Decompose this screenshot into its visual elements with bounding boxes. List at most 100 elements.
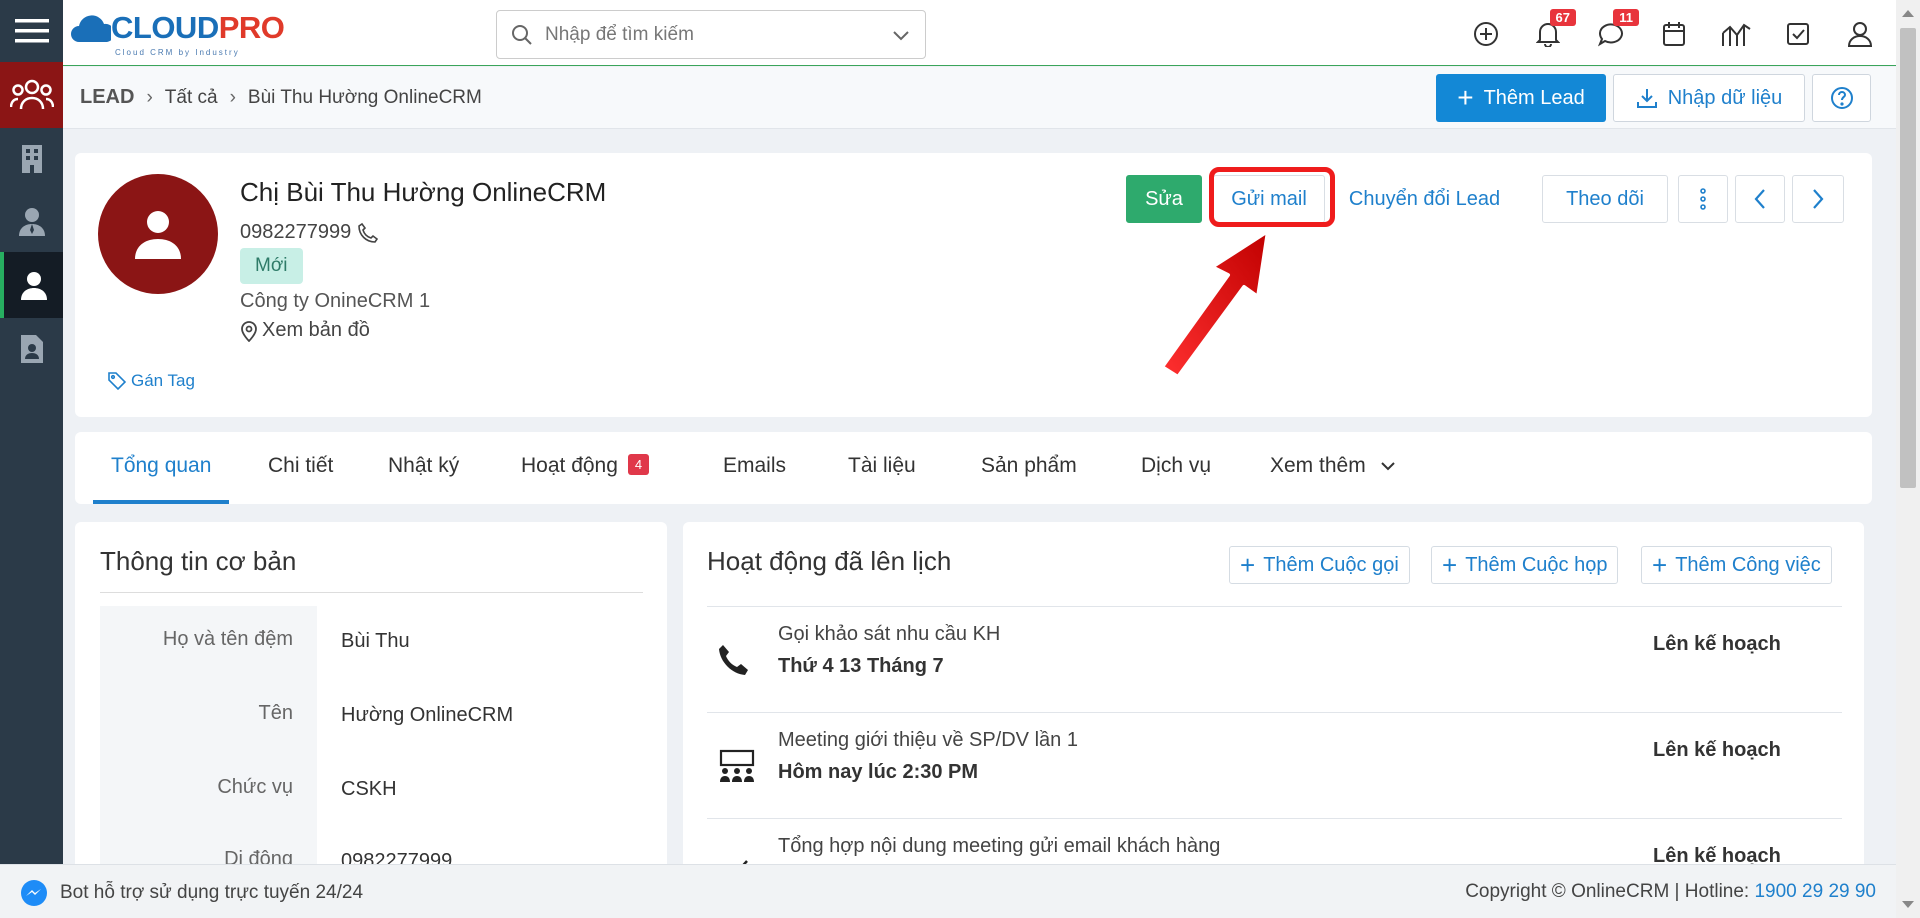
activity-title: Tổng hợp nội dung meeting gửi email khác… (778, 835, 1221, 857)
plus-icon: + (1457, 82, 1474, 113)
hotline-number[interactable]: 1900 29 29 90 (1754, 881, 1876, 902)
footer: Bot hỗ trợ sử dụng trực tuyến 24/24 Copy… (0, 864, 1896, 918)
red-arrow-annotation (1160, 229, 1270, 375)
chart-icon[interactable] (1720, 18, 1752, 50)
more-options-button[interactable] (1678, 175, 1728, 223)
add-task-label: Thêm Công việc (1675, 553, 1821, 576)
map-pin-icon (241, 320, 257, 342)
sidebar (0, 0, 63, 918)
import-data-button[interactable]: Nhập dữ liệu (1613, 74, 1805, 122)
lead-company: Công ty OnineCRM 1 (240, 290, 431, 312)
search-icon (512, 24, 532, 45)
scheduled-activities-panel: Hoạt động đã lên lịch + Thêm Cuộc gọi + Th… (683, 522, 1864, 918)
activity-row[interactable]: Gọi khảo sát nhu cầu KH Thứ 4 13 Tháng 7… (707, 606, 1842, 711)
notifications-badge: 67 (1549, 9, 1576, 26)
messenger-icon (21, 880, 47, 906)
tab-bar: Tổng quan Chi tiết Nhật ký Hoạt động 4 Em… (75, 432, 1872, 504)
activity-row[interactable]: Meeting giới thiệu về SP/DV lần 1 Hôm na… (707, 712, 1842, 817)
checkbox-task-icon[interactable] (1782, 18, 1814, 50)
chevron-down-icon[interactable] (891, 25, 911, 45)
add-task-button[interactable]: + Thêm Công việc (1641, 546, 1832, 584)
download-icon (1636, 89, 1657, 108)
notification-bell-icon[interactable]: 67 (1532, 9, 1576, 50)
building-icon[interactable] (0, 128, 63, 190)
add-lead-label: Thêm Lead (1483, 86, 1585, 109)
tab-log[interactable]: Nhật ký (388, 454, 459, 504)
plus-icon: + (1652, 549, 1668, 580)
user-tie-icon[interactable] (0, 190, 63, 252)
cloudpro-logo[interactable]: CLOUDPRO Cloud CRM by Industry (71, 8, 285, 57)
view-map-link[interactable]: Xem bản đồ (240, 319, 370, 342)
user-account-icon[interactable] (1844, 18, 1876, 50)
lead-profile-card: Chị Bùi Thu Hường OnlineCRM 0982277999 M… (75, 153, 1872, 417)
user-icon[interactable] (0, 252, 63, 318)
next-record-button[interactable] (1792, 175, 1844, 223)
basic-info-panel: Thông tin cơ bản Họ và tên đệm Bùi Thu T… (75, 522, 667, 918)
scroll-down-arrow-icon[interactable] (1902, 901, 1914, 908)
calendar-icon[interactable] (1658, 18, 1690, 50)
avatar (98, 174, 218, 294)
previous-record-button[interactable] (1735, 175, 1785, 223)
breadcrumb-current: Bùi Thu Hường OnlineCRM (247, 86, 482, 108)
activity-title: Meeting giới thiệu về SP/DV lần 1 (778, 729, 1078, 751)
view-map-label: Xem bản đồ (262, 319, 370, 341)
breadcrumb: LEAD › Tất cả › Bùi Thu Hường OnlineCRM (80, 86, 482, 109)
menu-icon[interactable] (0, 0, 63, 62)
field-value[interactable]: Bùi Thu (341, 630, 410, 653)
user-avatar-icon (135, 211, 181, 259)
phone-icon[interactable] (357, 222, 379, 244)
follow-button[interactable]: Theo dõi (1542, 175, 1668, 223)
tab-services[interactable]: Dịch vụ (1141, 454, 1211, 504)
add-tag-link[interactable]: Gán Tag (108, 371, 195, 391)
tab-products[interactable]: Sản phẩm (981, 454, 1077, 504)
search-placeholder: Nhập để tìm kiếm (545, 23, 694, 45)
plus-icon: + (1240, 549, 1256, 580)
tab-documents[interactable]: Tài liệu (848, 454, 916, 504)
phone-icon (719, 645, 748, 675)
chat-bubble-icon[interactable]: 11 (1595, 9, 1639, 50)
document-user-icon[interactable] (0, 318, 63, 380)
tab-emails[interactable]: Emails (723, 454, 786, 504)
activity-status: Lên kế hoạch (1653, 633, 1781, 655)
chevron-down-icon (1380, 462, 1395, 471)
tab-details[interactable]: Chi tiết (268, 454, 333, 504)
field-value[interactable]: CSKH (341, 778, 397, 801)
contacts-group-icon[interactable] (0, 62, 63, 128)
lead-phone-number[interactable]: 0982277999 (240, 221, 351, 244)
tab-activities[interactable]: Hoạt động 4 (521, 454, 650, 504)
scroll-up-arrow-icon[interactable] (1902, 10, 1914, 17)
tab-overview[interactable]: Tổng quan (93, 454, 230, 504)
add-lead-button[interactable]: + Thêm Lead (1436, 74, 1606, 122)
help-button[interactable] (1812, 74, 1871, 122)
lead-phone: 0982277999 (240, 221, 379, 244)
scrollbar-thumb[interactable] (1900, 28, 1916, 488)
tab-activities-label: Hoạt động (521, 454, 618, 477)
help-icon (1830, 87, 1853, 109)
activities-count-badge: 4 (627, 454, 650, 475)
copyright: Copyright © OnlineCRM | Hotline: 1900 29… (1465, 881, 1876, 902)
support-bot-link[interactable]: Bot hỗ trợ sử dụng trực tuyến 24/24 (20, 879, 363, 907)
chevron-right-icon: › (229, 86, 236, 108)
copyright-text: Copyright © OnlineCRM (1465, 881, 1670, 902)
search-input[interactable]: Nhập để tìm kiếm (496, 10, 926, 59)
import-data-label: Nhập dữ liệu (1667, 86, 1783, 109)
add-tag-label: Gán Tag (131, 371, 195, 390)
divider (100, 592, 643, 593)
add-meeting-label: Thêm Cuộc họp (1465, 553, 1608, 576)
field-value[interactable]: Hường OnlineCRM (341, 704, 513, 727)
activity-time: Thứ 4 13 Tháng 7 (778, 655, 944, 677)
top-bar: CLOUDPRO Cloud CRM by Industry Nhập để t… (63, 0, 1896, 66)
activity-status: Lên kế hoạch (1653, 739, 1781, 761)
activity-title: Gọi khảo sát nhu cầu KH (778, 623, 1001, 645)
add-meeting-button[interactable]: + Thêm Cuộc họp (1431, 546, 1619, 584)
convert-lead-button[interactable]: Chuyển đổi Lead (1337, 175, 1512, 223)
field-label: Chức vụ (217, 776, 293, 798)
add-circle-icon[interactable] (1470, 18, 1502, 50)
vertical-scrollbar[interactable] (1896, 0, 1920, 918)
plus-icon: + (1442, 549, 1458, 580)
add-call-button[interactable]: + Thêm Cuộc gọi (1229, 546, 1410, 584)
field-label: Tên (258, 702, 293, 724)
tab-more[interactable]: Xem thêm (1270, 454, 1396, 504)
breadcrumb-root[interactable]: LEAD (80, 86, 134, 109)
breadcrumb-level1[interactable]: Tất cả (165, 87, 218, 109)
